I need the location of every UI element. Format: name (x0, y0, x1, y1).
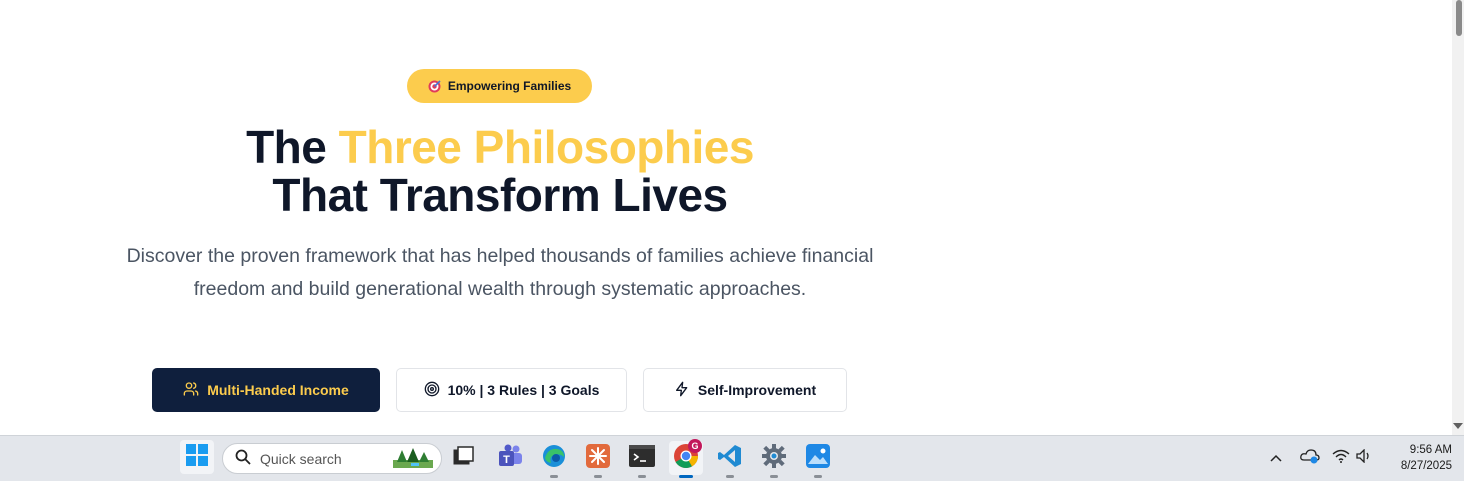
clock-time: 9:56 AM (1409, 444, 1452, 456)
wifi-icon[interactable] (1332, 449, 1350, 468)
taskbar-search[interactable]: Quick search (222, 443, 442, 474)
scroll-down-arrow-icon[interactable] (1453, 423, 1463, 429)
chevron-up-icon[interactable] (1270, 449, 1282, 467)
chrome-icon: G (673, 438, 702, 474)
tab-label: Self-Improvement (697, 382, 817, 398)
start-button[interactable] (180, 440, 214, 474)
photos-icon (806, 443, 830, 473)
windows-logo-icon (186, 443, 208, 471)
badge-label: Empowering Families (447, 79, 572, 93)
photos-button[interactable] (801, 441, 835, 478)
clock-date: 8/27/2025 (1400, 460, 1452, 472)
empowering-badge: Empowering Families (407, 69, 592, 103)
tab-label: Multi-Handed Income (207, 382, 349, 398)
edge-button[interactable] (537, 441, 571, 478)
running-indicator (638, 475, 646, 478)
scrollbar-thumb[interactable] (1456, 0, 1462, 36)
page-title-line2: That Transform Lives (272, 169, 728, 221)
vertical-scrollbar[interactable] (1452, 0, 1464, 435)
task-view-icon (453, 445, 475, 471)
tab-multi-handed-income[interactable]: Multi-Handed Income (152, 368, 380, 412)
search-icon (235, 449, 251, 468)
vscode-button[interactable] (713, 441, 747, 478)
users-icon (183, 381, 199, 400)
terminal-icon (629, 444, 655, 472)
tab-self-improvement[interactable]: Self-Improvement (643, 368, 847, 412)
dart-target-icon (428, 79, 441, 93)
vscode-icon (718, 444, 742, 473)
tab-rules-goals[interactable]: 10% | 3 Rules | 3 Goals (396, 368, 627, 412)
running-indicator (550, 475, 558, 478)
teams-icon: T (497, 444, 523, 473)
volume-icon[interactable] (1356, 447, 1374, 468)
system-clock[interactable]: 9:56 AM 8/27/2025 (1388, 442, 1452, 474)
search-placeholder: Quick search (260, 450, 342, 467)
running-indicator (770, 475, 778, 478)
onedrive-sync-icon[interactable] (1300, 448, 1320, 469)
system-tray (1270, 435, 1374, 481)
target-icon (424, 381, 440, 400)
subtitle-line1: Discover the proven framework that has h… (126, 245, 874, 267)
claude-icon (586, 443, 610, 473)
settings-icon (762, 443, 786, 473)
profile-badge: G (688, 438, 702, 453)
subtitle-line2: freedom and build generational wealth th… (193, 278, 807, 300)
terminal-button[interactable] (625, 441, 659, 478)
hero-subtitle: Discover the proven framework that has h… (100, 240, 900, 306)
title-part1: The (246, 121, 327, 173)
chrome-button[interactable]: G (669, 438, 703, 478)
settings-button[interactable] (757, 441, 791, 478)
teams-button[interactable]: T (493, 441, 527, 475)
page-title-line1: The Three Philosophies (100, 120, 900, 174)
search-highlight-icon (393, 446, 433, 471)
edge-icon (542, 444, 566, 473)
web-page: Empowering Families The Three Philosophi… (0, 0, 1452, 435)
running-indicator (594, 475, 602, 478)
svg-text:T: T (503, 454, 510, 466)
claude-button[interactable] (581, 441, 615, 478)
tab-label: 10% | 3 Rules | 3 Goals (447, 382, 600, 398)
title-highlight: Three Philosophies (338, 121, 755, 173)
running-indicator (679, 475, 693, 478)
lightning-icon (674, 381, 690, 400)
running-indicator (726, 475, 734, 478)
task-view-button[interactable] (447, 441, 481, 475)
running-indicator (814, 475, 822, 478)
